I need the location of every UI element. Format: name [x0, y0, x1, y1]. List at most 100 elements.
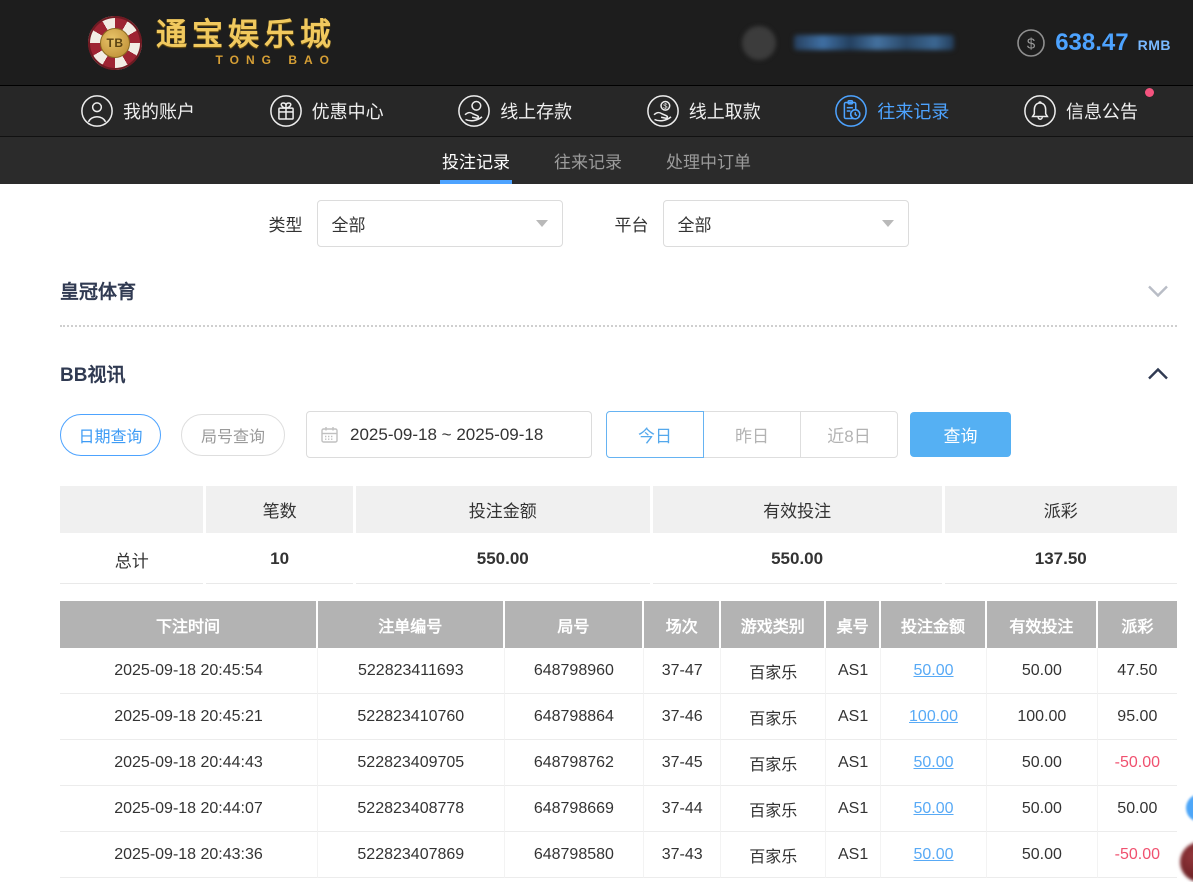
nav-item-deposit[interactable]: 线上存款 [457, 94, 572, 128]
table-cell: 37-44 [644, 786, 722, 832]
chevron-up-icon [1148, 367, 1168, 379]
bet-amount-link[interactable]: 100.00 [880, 694, 988, 740]
summary-valid-bet: 550.00 [652, 535, 942, 584]
content: 类型 全部 平台 全部 皇冠体育 BB视讯 日期查询 局号查询 2025-09-… [0, 184, 1193, 878]
bet-amount-link[interactable]: 50.00 [880, 786, 988, 832]
table-cell: 50.00 [1097, 786, 1177, 832]
table-cell: 2025-09-18 20:44:43 [60, 740, 319, 786]
tab-bet-records[interactable]: 投注记录 [440, 137, 512, 184]
table-cell: 37-43 [644, 832, 722, 878]
record-tabs: 投注记录 往来记录 处理中订单 [0, 137, 1193, 184]
balance-currency: RMB [1137, 37, 1171, 53]
table-cell: 648798864 [504, 694, 645, 740]
summary-total-label: 总计 [60, 535, 204, 584]
bet-records-table: 下注时间 注单编号 局号 场次 游戏类别 桌号 投注金额 有效投注 派彩 202… [60, 601, 1177, 878]
nav-item-transaction-records[interactable]: 往来记录 [834, 94, 949, 128]
table-cell: 100.00 [987, 694, 1098, 740]
table-row: 2025-09-18 20:43:36 522823407869 648798580… [60, 832, 1177, 878]
date-query-toggle[interactable]: 日期查询 [60, 413, 161, 456]
date-range-picker[interactable]: 2025-09-18 ~ 2025-09-18 [306, 411, 592, 458]
summary-payout: 137.50 [944, 535, 1177, 584]
site-title: 通宝娱乐城 [156, 16, 336, 52]
nav-label: 信息公告 [1065, 102, 1138, 122]
table-cell: -50.00 [1097, 740, 1177, 786]
notification-dot [1144, 88, 1154, 97]
platform-select[interactable]: 全部 [662, 200, 909, 247]
type-select[interactable]: 全部 [316, 200, 563, 247]
col-header-match: 场次 [644, 601, 722, 648]
table-cell: 522823407869 [318, 832, 505, 878]
table-cell: AS1 [826, 740, 881, 786]
bell-icon [1024, 95, 1056, 127]
table-cell: 百家乐 [721, 832, 827, 878]
summary-header-valid-bet: 有效投注 [652, 486, 942, 533]
table-cell: 百家乐 [721, 648, 827, 694]
avatar[interactable] [742, 25, 777, 60]
tab-transaction-records[interactable]: 往来记录 [552, 137, 624, 184]
bet-amount-link[interactable]: 50.00 [880, 832, 988, 878]
quick-last8days-button[interactable]: 近8日 [800, 411, 898, 458]
site-logo[interactable]: TB 通宝娱乐城 TONG BAO [88, 15, 336, 70]
site-subtitle: TONG BAO [215, 52, 336, 67]
divider [60, 325, 1177, 327]
tab-pending-orders[interactable]: 处理中订单 [664, 137, 753, 184]
table-cell: 648798762 [504, 740, 645, 786]
casino-chip-icon: TB [88, 15, 142, 70]
table-cell: 百家乐 [721, 694, 827, 740]
nav-item-announcements[interactable]: 信息公告 [1023, 88, 1154, 128]
summary-table: 笔数 投注金额 有效投注 派彩 总计 10 550.00 550.00 137.… [60, 486, 1177, 584]
gift-icon [269, 95, 302, 127]
nav-item-my-account[interactable]: 我的账户 [80, 94, 195, 128]
summary-header-empty [60, 486, 204, 533]
col-header-bet-time: 下注时间 [60, 601, 319, 648]
section-crown-sports[interactable]: 皇冠体育 [60, 277, 1177, 304]
section-title: 皇冠体育 [60, 282, 137, 303]
page: TB 通宝娱乐城 TONG BAO $ 638.47 RMB 我的账户 优惠中心… [0, 0, 1193, 882]
caret-down-icon [881, 220, 894, 227]
nav-label: 往来记录 [877, 102, 950, 122]
table-cell: AS1 [826, 694, 881, 740]
col-header-bet-amount: 投注金额 [880, 601, 988, 648]
summary-bet-amount: 550.00 [355, 535, 650, 584]
nav-label: 线上取款 [688, 102, 761, 122]
balance: $ 638.47 RMB [1016, 28, 1171, 58]
table-cell: 648798669 [504, 786, 645, 832]
deposit-icon [458, 95, 491, 127]
table-cell: 37-45 [644, 740, 722, 786]
bet-amount-link[interactable]: 50.00 [880, 740, 988, 786]
bet-amount-link[interactable]: 50.00 [880, 648, 988, 694]
quick-yesterday-button[interactable]: 昨日 [703, 411, 801, 458]
table-cell: 522823408778 [318, 786, 505, 832]
banner-right: $ 638.47 RMB [742, 25, 1171, 60]
user-icon [81, 95, 113, 127]
platform-filter-label: 平台 [614, 216, 649, 235]
summary-header-payout: 派彩 [944, 486, 1177, 533]
round-query-toggle[interactable]: 局号查询 [181, 413, 285, 456]
table-cell: 50.00 [987, 740, 1098, 786]
query-row: 日期查询 局号查询 2025-09-18 ~ 2025-09-18 今日 昨日 … [60, 411, 1177, 458]
section-title: BB视讯 [60, 365, 126, 386]
table-cell: 95.00 [1097, 694, 1177, 740]
table-cell: 2025-09-18 20:44:07 [60, 786, 319, 832]
table-cell: 百家乐 [721, 786, 827, 832]
quick-range-group: 今日 昨日 近8日 [606, 411, 898, 458]
table-cell: 522823411693 [318, 648, 505, 694]
col-header-valid-bet: 有效投注 [987, 601, 1098, 648]
col-header-bet-id: 注单编号 [318, 601, 505, 648]
main-nav: 我的账户 优惠中心 线上存款 $ 线上取款 往来记录 信息公告 [0, 85, 1193, 137]
username-redacted [794, 35, 955, 50]
table-row: 2025-09-18 20:45:54 522823411693 648798960… [60, 648, 1177, 694]
col-header-payout: 派彩 [1097, 601, 1177, 648]
quick-today-button[interactable]: 今日 [606, 411, 704, 458]
nav-label: 线上存款 [500, 102, 573, 122]
nav-item-withdraw[interactable]: $ 线上取款 [646, 94, 761, 128]
search-button[interactable]: 查询 [910, 412, 1011, 457]
table-cell: -50.00 [1097, 832, 1177, 878]
section-bb-video[interactable]: BB视讯 [60, 360, 1177, 387]
nav-label: 优惠中心 [311, 102, 384, 122]
table-cell: 50.00 [987, 832, 1098, 878]
date-range-value: 2025-09-18 ~ 2025-09-18 [350, 424, 544, 444]
table-cell: 37-46 [644, 694, 722, 740]
chevron-down-icon [1148, 285, 1168, 297]
nav-item-promotions[interactable]: 优惠中心 [269, 94, 384, 128]
